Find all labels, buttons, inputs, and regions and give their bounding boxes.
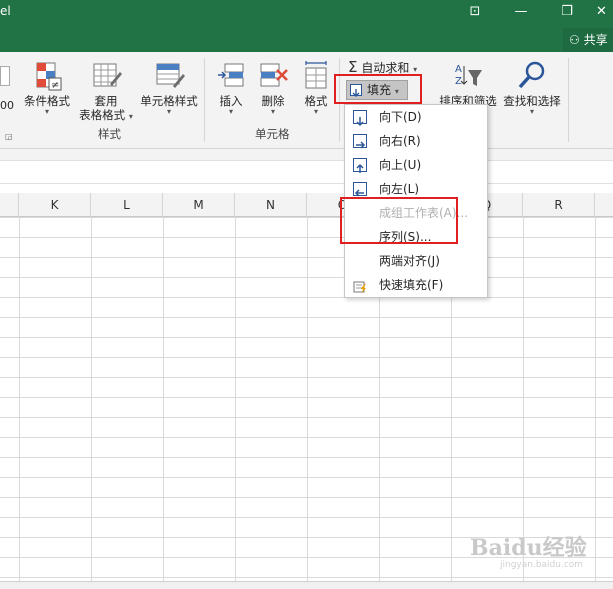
insert-cells-icon xyxy=(215,60,247,92)
chevron-down-icon: ▾ xyxy=(394,87,399,96)
sort-filter-icon: A Z xyxy=(452,60,484,92)
conditional-format-button[interactable]: ≠ 条件格式 ▾ xyxy=(20,60,74,116)
window-title: el xyxy=(0,4,11,18)
menu-item-justify[interactable]: 两端对齐(J) xyxy=(345,249,487,273)
sigma-icon: Σ xyxy=(348,58,358,76)
chevron-down-icon: ▾ xyxy=(270,107,275,116)
cell-styles-button[interactable]: 单元格样式 ▾ xyxy=(138,60,200,116)
column-header[interactable]: L xyxy=(91,193,163,217)
chevron-down-icon: ▾ xyxy=(529,107,534,116)
autosum-button[interactable]: Σ 自动求和 ▾ xyxy=(348,57,417,77)
format-as-table-icon xyxy=(90,60,122,92)
column-header[interactable]: M xyxy=(163,193,235,217)
chevron-down-icon: ▾ xyxy=(413,65,418,74)
menu-item-fill-up[interactable]: 向上(U) xyxy=(345,153,487,177)
cells-group-label: 单元格 xyxy=(255,127,290,141)
menu-item-flash-fill[interactable]: 快速填充(F) xyxy=(345,273,487,297)
number-format-box[interactable] xyxy=(0,66,10,86)
restore-button[interactable]: ❐ xyxy=(544,0,590,24)
chevron-down-icon: ▾ xyxy=(128,112,133,121)
menu-item-fill-left[interactable]: 向左(L) xyxy=(345,177,487,201)
menu-item-fill-down[interactable]: 向下(D) xyxy=(345,105,487,129)
arrow-up-icon xyxy=(353,158,367,173)
fill-dropdown-menu: 向下(D) 向右(R) 向上(U) 向左(L) 成组工作表(A)... 序列(S… xyxy=(344,104,488,298)
svg-text:A: A xyxy=(455,64,462,75)
format-as-table-button[interactable]: 套用 表格格式 ▾ xyxy=(76,60,136,122)
find-select-button[interactable]: 查找和选择 ▾ xyxy=(500,60,564,116)
person-icon: ⚇ xyxy=(569,33,580,47)
format-cells-icon xyxy=(300,60,332,92)
column-header[interactable]: K xyxy=(19,193,91,217)
ribbon-spacer xyxy=(0,149,613,160)
chevron-down-icon: ▾ xyxy=(44,107,49,116)
share-button[interactable]: ⚇ 共享 xyxy=(563,28,613,52)
chevron-down-icon: ▾ xyxy=(313,107,318,116)
svg-text:≠: ≠ xyxy=(51,80,59,91)
minimize-button[interactable]: — xyxy=(498,0,544,24)
group-separator xyxy=(568,58,569,142)
column-header[interactable]: R xyxy=(523,193,595,217)
group-separator xyxy=(339,58,340,142)
fill-button[interactable]: 填充 ▾ xyxy=(346,80,408,100)
menu-item-across-worksheets: 成组工作表(A)... xyxy=(379,206,469,220)
menu-item-series[interactable]: 序列(S)... xyxy=(345,225,487,249)
arrow-left-icon xyxy=(353,182,367,197)
insert-button[interactable]: 插入 ▾ xyxy=(210,60,252,116)
styles-group-label: 样式 xyxy=(98,127,121,141)
close-button[interactable]: ✕ xyxy=(590,0,613,24)
title-bar: el ⊡ — ❐ ✕ ⚇ 共享 xyxy=(0,0,613,52)
column-header[interactable]: N xyxy=(235,193,307,217)
fill-down-icon xyxy=(350,84,362,97)
chevron-down-icon: ▾ xyxy=(228,107,233,116)
flash-fill-icon xyxy=(353,278,367,293)
watermark-url: jingyan.baidu.com xyxy=(500,560,584,570)
arrow-down-icon xyxy=(353,110,367,127)
ribbon-left-fragment: 00 xyxy=(0,99,14,112)
conditional-format-icon: ≠ xyxy=(31,60,63,92)
ribbon-display-options-button[interactable]: ⊡ xyxy=(452,0,498,24)
cell-grid[interactable] xyxy=(0,217,613,583)
magnifier-icon xyxy=(516,60,548,92)
cell-styles-icon xyxy=(153,60,185,92)
share-label: 共享 xyxy=(583,33,608,47)
column-header-row: K L M N O P Q R xyxy=(0,193,613,217)
watermark-logo: Baidu经验 xyxy=(470,535,587,561)
group-separator xyxy=(204,58,205,142)
format-button[interactable]: 格式 ▾ xyxy=(296,60,336,116)
delete-cells-icon xyxy=(257,60,289,92)
sort-filter-button[interactable]: A Z 排序和筛选 xyxy=(436,60,500,108)
arrow-right-icon xyxy=(353,134,367,149)
dialog-launcher-icon[interactable]: ◲ xyxy=(5,132,13,141)
chevron-down-icon: ▾ xyxy=(166,107,171,116)
sheet-bottom-bar xyxy=(0,581,613,589)
delete-button[interactable]: 删除 ▾ xyxy=(252,60,294,116)
column-header-partial[interactable] xyxy=(0,193,19,217)
formula-bar[interactable] xyxy=(0,160,613,184)
menu-item-fill-right[interactable]: 向右(R) xyxy=(345,129,487,153)
